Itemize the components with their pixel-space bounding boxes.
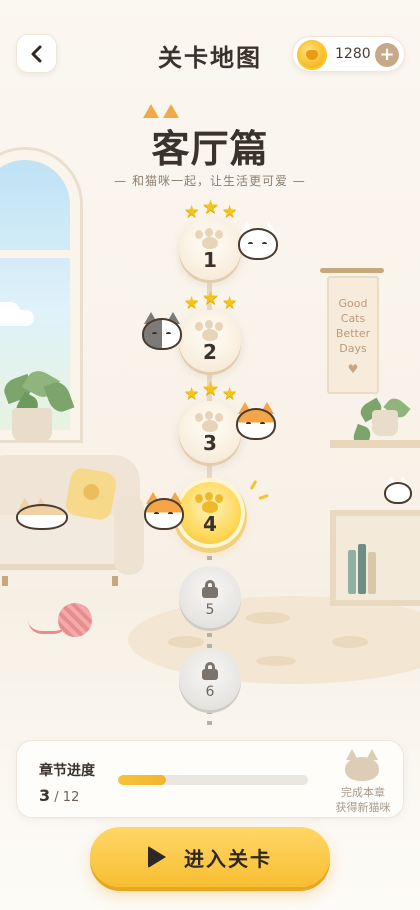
star-icon: ★ <box>184 202 200 222</box>
paw-icon <box>193 492 227 514</box>
reward-cat-icon <box>343 749 381 781</box>
progress-count: 3 / 12 <box>39 786 79 805</box>
level-node-2[interactable]: 2 <box>179 310 241 372</box>
coin-icon <box>297 40 327 70</box>
banner-line: Better <box>335 327 371 340</box>
lock-icon <box>202 580 218 598</box>
star-icon: ★ <box>202 378 220 400</box>
play-icon <box>148 846 166 868</box>
header: 关卡地图 1280 + <box>0 0 420 100</box>
star-icon: ★ <box>222 202 238 222</box>
level-number: 4 <box>203 512 217 536</box>
reward-line: 获得新猫咪 <box>335 801 391 814</box>
paw-icon <box>193 228 227 250</box>
banner-rod <box>320 268 384 273</box>
level-node-5[interactable]: 5 <box>179 566 241 628</box>
sleeping-cat <box>14 498 70 532</box>
star-icon: ★ <box>222 293 238 313</box>
progress-label: 章节进度 <box>39 763 95 779</box>
level-node-6[interactable]: 6 <box>179 648 241 710</box>
wall-banner: Good Cats Better Days ♥ <box>327 276 379 394</box>
heart-icon: ♥ <box>347 362 359 376</box>
banner-line: Days <box>339 342 367 355</box>
lock-icon <box>202 662 218 680</box>
plant-pot <box>12 408 52 442</box>
progress-current: 3 <box>39 786 51 805</box>
level-number: 3 <box>203 431 217 455</box>
paw-icon <box>193 320 227 342</box>
level-number: 5 <box>205 602 215 618</box>
yarn-ball <box>58 603 92 637</box>
level-number: 2 <box>203 340 217 364</box>
coin-count: 1280 <box>335 46 371 62</box>
enter-level-button[interactable]: 进入关卡 <box>90 827 330 887</box>
banner-line: Good <box>338 297 368 310</box>
level-stars: ★ ★ ★ <box>180 378 242 404</box>
level-stars: ★ ★ ★ <box>180 287 242 313</box>
paw-pillow <box>64 466 118 522</box>
progress-total: / 12 <box>54 790 80 805</box>
plus-icon[interactable]: + <box>375 43 399 67</box>
level-node-4[interactable]: 4 <box>179 482 241 544</box>
banner-line: Cats <box>340 312 366 325</box>
cat-icon <box>234 402 278 442</box>
level-node-3[interactable]: 3 <box>179 401 241 463</box>
cat-icon <box>236 222 280 262</box>
cat-icon <box>140 312 184 352</box>
star-icon: ★ <box>202 196 220 218</box>
star-icon: ★ <box>184 293 200 313</box>
chapter-progress-card: 章节进度 3 / 12 完成本章 获得新猫咪 <box>16 740 404 818</box>
level-stars: ★ ★ ★ <box>180 196 242 222</box>
cat-icon <box>142 492 186 532</box>
paw-icon <box>193 411 227 433</box>
chapter-subtitle: — 和猫咪一起，让生活更可爱 — <box>114 174 306 188</box>
reward-line: 完成本章 <box>341 786 385 799</box>
level-number: 6 <box>205 684 215 700</box>
reward-text: 完成本章 获得新猫咪 <box>327 785 399 815</box>
star-icon: ★ <box>222 384 238 404</box>
chapter-title: 客厅篇 <box>151 127 269 171</box>
star-icon: ★ <box>202 287 220 309</box>
level-number: 1 <box>203 248 217 272</box>
level-node-1[interactable]: 1 <box>179 218 241 280</box>
coin-balance[interactable]: 1280 + <box>292 36 405 72</box>
plant-pot <box>372 410 398 436</box>
shelf <box>330 440 420 610</box>
progress-bar-fill <box>118 775 166 785</box>
progress-bar <box>118 775 308 785</box>
enter-level-label: 进入关卡 <box>184 846 272 871</box>
star-icon: ★ <box>184 384 200 404</box>
